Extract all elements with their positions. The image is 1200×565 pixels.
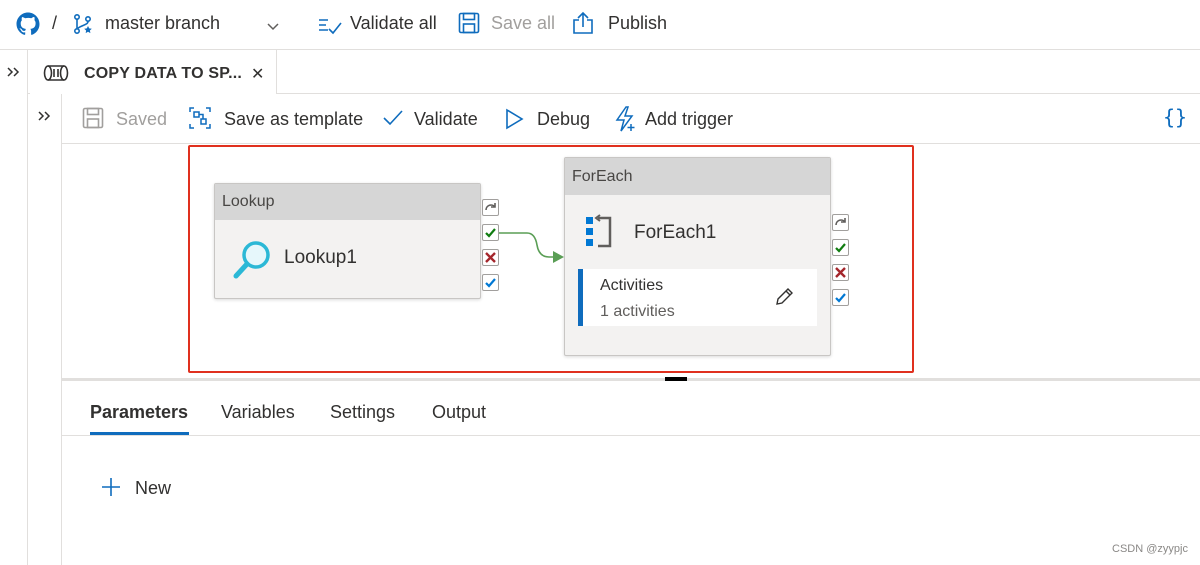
tab-settings[interactable]: Settings	[330, 402, 395, 423]
play-icon	[504, 108, 524, 130]
tab-output[interactable]: Output	[432, 402, 486, 423]
active-tab-underline	[90, 432, 189, 435]
properties-tabs: Parameters Variables Settings Output	[62, 381, 1200, 436]
save-icon	[82, 107, 104, 129]
tab-pipeline[interactable]: COPY DATA TO SP... ✕	[30, 50, 277, 95]
code-icon[interactable]: {}	[1163, 105, 1187, 129]
github-icon[interactable]	[16, 12, 40, 36]
validate-button[interactable]: Validate	[383, 94, 483, 144]
chevron-down-icon[interactable]	[265, 18, 281, 34]
close-icon[interactable]: ✕	[251, 64, 264, 84]
checkmark-icon	[383, 109, 403, 127]
pipeline-icon	[43, 64, 69, 82]
tab-title: COPY DATA TO SP...	[84, 65, 243, 82]
save-as-template-button[interactable]: Save as template	[188, 94, 368, 144]
save-all-button[interactable]: Save all	[458, 0, 558, 50]
validate-all-label: Validate all	[350, 13, 437, 33]
tab-parameters[interactable]: Parameters	[90, 402, 188, 423]
new-label: New	[135, 478, 172, 498]
expand-double-chevron-icon[interactable]	[5, 64, 21, 80]
validate-all-button[interactable]: Validate all	[318, 0, 438, 50]
plus-icon	[100, 476, 122, 498]
save-as-template-label: Save as template	[224, 109, 364, 129]
debug-label: Debug	[537, 109, 591, 129]
branch-selector[interactable]: master branch	[105, 13, 220, 34]
publish-label: Publish	[608, 13, 668, 33]
save-icon	[458, 12, 480, 34]
saved-button[interactable]: Saved	[82, 94, 192, 144]
pipeline-toolbar: Saved Save as template Validate Debug Ad…	[62, 94, 1200, 144]
top-bar: / master branch Validate all Save all Pu…	[0, 0, 1200, 50]
watermark-text: CSDN @zyypjc	[1112, 543, 1188, 555]
highlight-annotation-box	[188, 145, 914, 373]
lightning-icon	[613, 106, 637, 132]
publish-button[interactable]: Publish	[572, 0, 672, 50]
breadcrumb-separator: /	[52, 13, 58, 33]
expand-activities-icon[interactable]	[36, 108, 52, 124]
template-icon	[188, 106, 212, 130]
factory-resources-rail	[0, 50, 28, 565]
new-parameter-button[interactable]: New	[100, 474, 180, 502]
tab-variables[interactable]: Variables	[221, 402, 295, 423]
add-trigger-label: Add trigger	[645, 109, 734, 129]
add-trigger-button[interactable]: Add trigger	[613, 94, 743, 144]
validate-all-icon	[318, 14, 342, 36]
publish-icon	[572, 11, 594, 35]
branch-icon	[71, 12, 95, 36]
save-all-label: Save all	[491, 13, 556, 33]
saved-label: Saved	[116, 109, 168, 129]
activities-rail	[28, 94, 62, 565]
validate-label: Validate	[414, 109, 478, 129]
debug-button[interactable]: Debug	[504, 94, 594, 144]
